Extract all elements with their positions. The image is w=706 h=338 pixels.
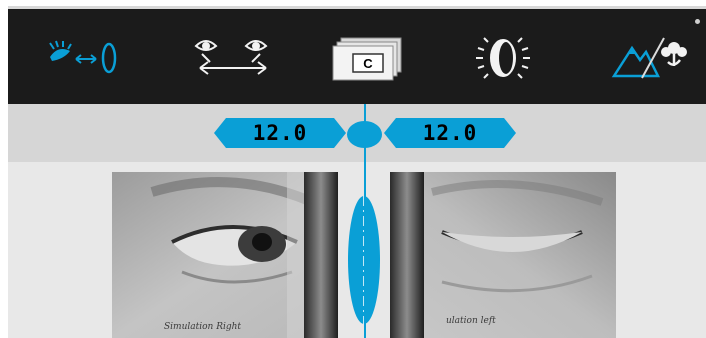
- landscape-macro-icon: [611, 37, 687, 78]
- lens-light-icon: [476, 36, 530, 79]
- pd-bar: 12.0 12.0: [8, 104, 706, 163]
- eyes-pd-icon: [194, 39, 268, 75]
- caption-right: Simulation Right: [164, 322, 242, 332]
- lens-light-button[interactable]: [448, 9, 558, 104]
- lens-cards-icon: C: [332, 37, 402, 80]
- pupil-distance-button[interactable]: [178, 9, 288, 104]
- toolbar: C: [8, 6, 706, 104]
- pd-right-value: 12.0: [252, 121, 308, 145]
- pd-right-field[interactable]: 12.0: [214, 118, 346, 148]
- landscape-macro-button[interactable]: [596, 9, 706, 104]
- simulation-panel: Simulation Right ulation left: [8, 162, 706, 338]
- caption-left: ulation left: [446, 316, 496, 326]
- eye-distance-icon: [49, 40, 117, 73]
- lens-card-badge: C: [363, 56, 373, 71]
- center-axis-line: [364, 104, 366, 338]
- app-frame: C 12.0 12.0 Simulation Right ulation lef…: [8, 6, 706, 338]
- pd-left-value: 12.0: [422, 121, 478, 145]
- eye-distance-button[interactable]: [28, 9, 138, 104]
- lens-cards-button[interactable]: C: [313, 9, 423, 104]
- pd-left-field[interactable]: 12.0: [384, 118, 516, 148]
- status-dot: [695, 19, 700, 24]
